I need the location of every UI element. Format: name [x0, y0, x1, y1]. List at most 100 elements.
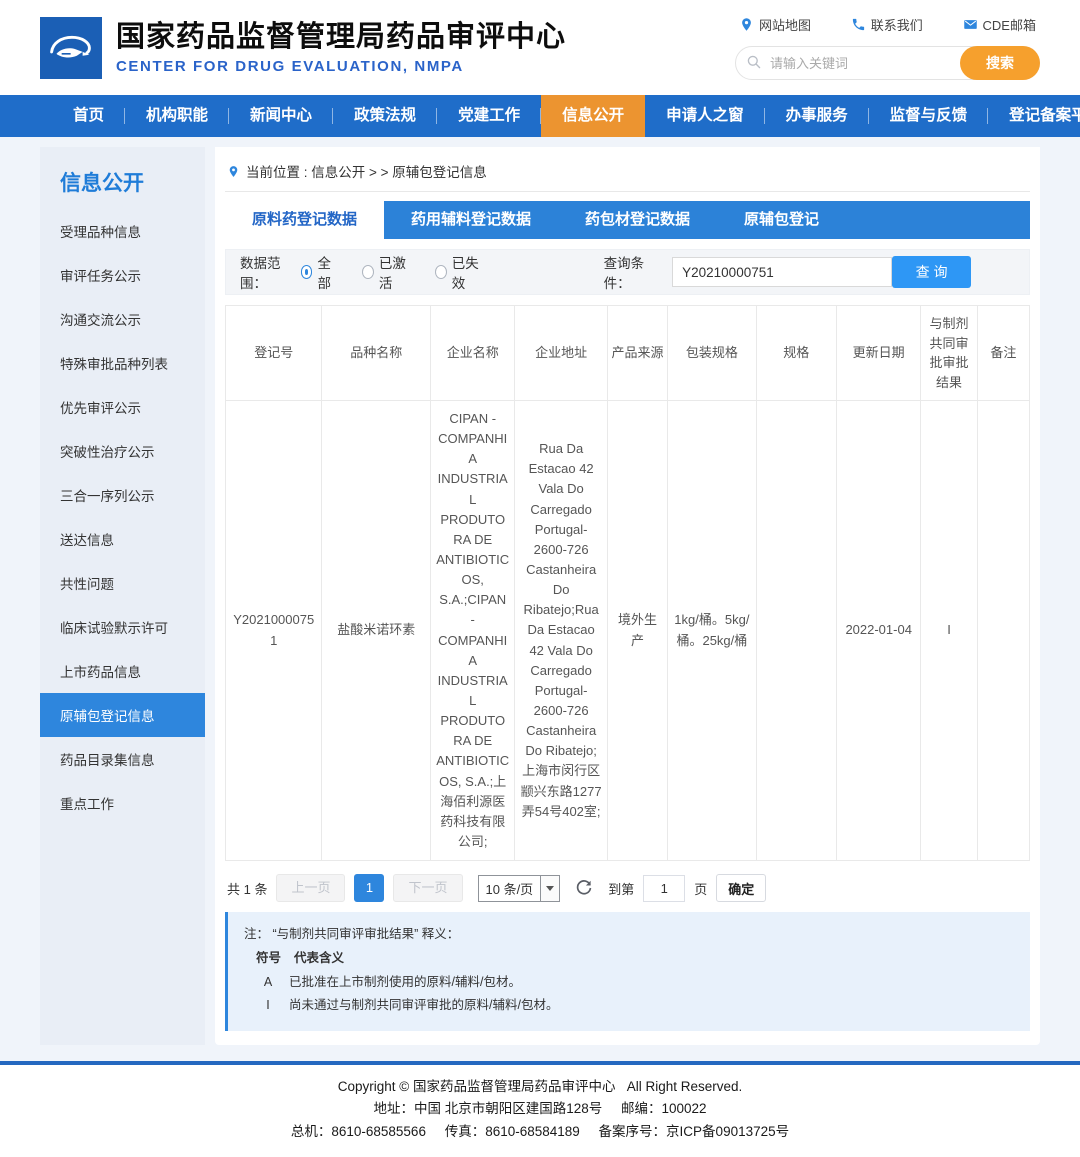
condition-label: 查询条件：: [604, 252, 665, 292]
site-search: 搜索: [735, 46, 1040, 80]
header-right: 网站地图 联系我们 CDE邮箱 搜索: [735, 15, 1040, 80]
search-icon: [746, 54, 762, 70]
table-cell: I: [921, 401, 977, 861]
sidebar-item[interactable]: 审评任务公示: [40, 253, 205, 297]
cde-logo: [40, 17, 102, 79]
sidebar-item[interactable]: 共性问题: [40, 561, 205, 605]
phone-icon: [851, 17, 866, 32]
nav-item[interactable]: 政策法规: [333, 95, 437, 137]
current-page-button[interactable]: 1: [354, 874, 384, 902]
note-rows: A 已批准在上市制剂使用的原料/辅料/包材。 I 尚未通过与制剂共同审评审批的原…: [242, 971, 1016, 1019]
sidebar-title: 信息公开: [40, 163, 205, 209]
table-cell: 境外生产: [607, 401, 667, 861]
sidebar-item[interactable]: 上市药品信息: [40, 649, 205, 693]
page-size-select[interactable]: 10 条/页: [478, 875, 561, 902]
table-row[interactable]: Y20210000751盐酸米诺环素CIPAN - COMPANHIA INDU…: [226, 401, 1030, 861]
table-cell: 1kg/桶。5kg/桶。25kg/桶: [668, 401, 756, 861]
table-cell: Y20210000751: [226, 401, 322, 861]
next-page-button[interactable]: 下一页: [393, 874, 462, 902]
site-header: 国家药品监督管理局药品审评中心 CENTER FOR DRUG EVALUATI…: [0, 0, 1080, 95]
map-pin-icon: [739, 17, 754, 32]
sidebar-item[interactable]: 优先审评公示: [40, 385, 205, 429]
sidebar-item[interactable]: 送达信息: [40, 517, 205, 561]
nav-item[interactable]: 办事服务: [765, 95, 869, 137]
table-header-cell: 更新日期: [836, 306, 920, 401]
table-header-cell: 登记号: [226, 306, 322, 401]
nav-item[interactable]: 机构职能: [125, 95, 229, 137]
sidebar-item[interactable]: 突破性治疗公示: [40, 429, 205, 473]
confirm-button[interactable]: 确定: [716, 874, 766, 902]
goto-unit: 页: [694, 879, 707, 898]
footer-line: 地址：中国 北京市朝阳区建国路128号 邮编：100022: [0, 1098, 1080, 1120]
cde-mail-link[interactable]: CDE邮箱: [963, 15, 1036, 34]
radio-dot-icon: [301, 265, 313, 279]
goto-label: 到第: [608, 879, 634, 898]
table-header-cell: 与制剂共同审批审批结果: [921, 306, 977, 401]
nav-item[interactable]: 党建工作: [437, 95, 541, 137]
table-header-cell: 企业名称: [431, 306, 515, 401]
tab[interactable]: 原料药登记数据: [225, 201, 384, 239]
sitemap-link[interactable]: 网站地图: [739, 15, 811, 34]
tab[interactable]: 原辅包登记: [717, 201, 846, 239]
condition-input[interactable]: [672, 257, 892, 287]
contact-link[interactable]: 联系我们: [851, 15, 923, 34]
sidebar-item[interactable]: 临床试验默示许可: [40, 605, 205, 649]
sidebar-item[interactable]: 药品目录集信息: [40, 737, 205, 781]
main-nav: 首页机构职能新闻中心政策法规党建工作信息公开申请人之窗办事服务监督与反馈登记备案…: [0, 95, 1080, 137]
footer-line: Copyright © 国家药品监督管理局药品审评中心 All Right Re…: [0, 1076, 1080, 1098]
table-cell: 盐酸米诺环素: [322, 401, 431, 861]
goto-page-input[interactable]: [643, 875, 685, 902]
scope-radio[interactable]: 全部: [301, 252, 340, 292]
note-title: 注： “与制剂共同审评审批结果” 释义：: [242, 923, 1016, 947]
sidebar-item[interactable]: 三合一序列公示: [40, 473, 205, 517]
nav-item[interactable]: 登记备案平台: [988, 95, 1080, 137]
breadcrumb-text: 当前位置 : 信息公开 > > 原辅包登记信息: [246, 161, 487, 181]
nav-item[interactable]: 申请人之窗: [645, 95, 765, 137]
table-header-cell: 包装规格: [668, 306, 756, 401]
note-row: A 已批准在上市制剂使用的原料/辅料/包材。: [242, 971, 1016, 995]
sidebar-item[interactable]: 重点工作: [40, 781, 205, 825]
query-bar: 数据范围： 全部 已激活 已失效 查询条件： 查 询: [225, 249, 1030, 295]
prev-page-button[interactable]: 上一页: [276, 874, 345, 902]
table-cell: 2022-01-04: [836, 401, 920, 861]
nav-item[interactable]: 首页: [52, 95, 125, 137]
radio-dot-icon: [362, 265, 374, 279]
radio-dot-icon: [435, 265, 447, 279]
table-cell: Rua Da Estacao 42 Vala Do Carregado Port…: [515, 401, 607, 861]
scope-label: 数据范围：: [240, 252, 301, 292]
content-panel: 当前位置 : 信息公开 > > 原辅包登记信息 原料药登记数据药用辅料登记数据药…: [215, 147, 1040, 1045]
table-header-cell: 规格: [756, 306, 836, 401]
quick-links: 网站地图 联系我们 CDE邮箱: [735, 15, 1040, 34]
sidebar-item[interactable]: 原辅包登记信息: [40, 693, 205, 737]
tab[interactable]: 药包材登记数据: [558, 201, 717, 239]
sidebar: 信息公开 受理品种信息审评任务公示沟通交流公示特殊审批品种列表优先审评公示突破性…: [40, 147, 205, 1045]
registration-table: 登记号品种名称企业名称企业地址产品来源包装规格规格更新日期与制剂共同审批审批结果…: [225, 305, 1030, 861]
sidebar-item[interactable]: 特殊审批品种列表: [40, 341, 205, 385]
table-header-cell: 品种名称: [322, 306, 431, 401]
site-footer: Copyright © 国家药品监督管理局药品审评中心 All Right Re…: [0, 1065, 1080, 1157]
sidebar-item[interactable]: 沟通交流公示: [40, 297, 205, 341]
table-header-row: 登记号品种名称企业名称企业地址产品来源包装规格规格更新日期与制剂共同审批审批结果…: [226, 306, 1030, 401]
note-panel: 注： “与制剂共同审评审批结果” 释义： 符号 代表含义 A 已批准在上市制剂使…: [225, 912, 1030, 1031]
nav-item[interactable]: 信息公开: [541, 95, 645, 137]
table-header-cell: 企业地址: [515, 306, 607, 401]
total-count: 共 1 条: [227, 879, 267, 898]
nav-item[interactable]: 监督与反馈: [869, 95, 989, 137]
table-cell: [977, 401, 1029, 861]
scope-radio-group: 全部 已激活 已失效: [301, 252, 508, 292]
tab[interactable]: 药用辅料登记数据: [384, 201, 558, 239]
refresh-icon[interactable]: [575, 879, 593, 897]
location-pin-icon: [227, 164, 240, 179]
chevron-down-icon: [540, 876, 559, 901]
query-button[interactable]: 查 询: [892, 256, 971, 288]
scope-radio[interactable]: 已激活: [362, 252, 413, 292]
cde-logo-icon: [40, 17, 102, 79]
search-button[interactable]: 搜索: [960, 46, 1040, 80]
site-title-block: 国家药品监督管理局药品审评中心 CENTER FOR DRUG EVALUATI…: [116, 20, 566, 75]
sidebar-item[interactable]: 受理品种信息: [40, 209, 205, 253]
nav-item[interactable]: 新闻中心: [229, 95, 333, 137]
table-header-cell: 备注: [977, 306, 1029, 401]
site-title: 国家药品监督管理局药品审评中心: [116, 20, 566, 55]
main-area: 信息公开 受理品种信息审评任务公示沟通交流公示特殊审批品种列表优先审评公示突破性…: [0, 137, 1080, 1061]
scope-radio[interactable]: 已失效: [435, 252, 486, 292]
